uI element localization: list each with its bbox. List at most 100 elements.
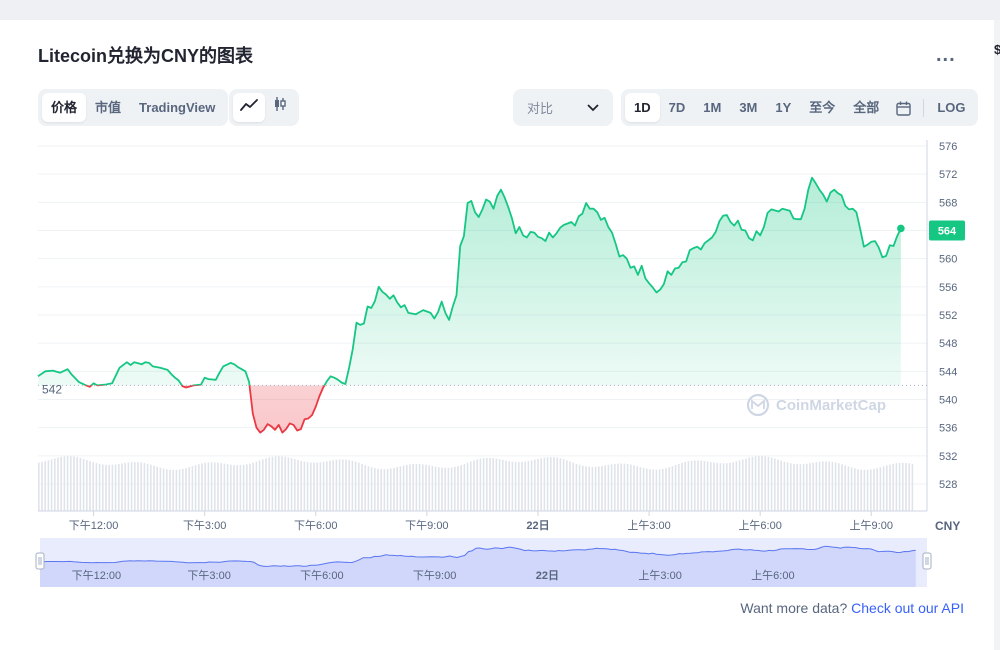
volume-bar xyxy=(137,462,139,511)
volume-bar xyxy=(854,468,856,511)
volume-bar xyxy=(262,459,264,511)
reference-price-label: 542 xyxy=(42,382,62,396)
volume-bar xyxy=(777,459,779,511)
volume-bar xyxy=(572,462,574,511)
volume-bar xyxy=(844,465,846,511)
volume-bar xyxy=(585,466,587,511)
volume-bar xyxy=(681,462,683,511)
volume-bar xyxy=(806,463,808,511)
volume-bar xyxy=(178,469,181,511)
volume-bar xyxy=(534,459,536,511)
last-price-point xyxy=(897,224,905,233)
volume-bar xyxy=(306,462,309,511)
volume-bar xyxy=(418,463,421,511)
volume-bar xyxy=(114,464,117,511)
volume-bar xyxy=(678,463,680,511)
volume-bar xyxy=(322,461,325,511)
volume-bar xyxy=(358,462,360,511)
volume-bar xyxy=(774,458,776,511)
volume-bar xyxy=(889,464,891,511)
volume-bar xyxy=(370,467,373,511)
volume-bar xyxy=(770,457,773,511)
api-link[interactable]: Check out our API xyxy=(851,600,964,616)
volume-bar xyxy=(284,456,286,511)
volume-bar xyxy=(834,462,837,511)
volume-bar xyxy=(710,462,712,511)
volume-bar xyxy=(182,468,184,511)
volume-bar xyxy=(313,462,315,511)
volume-bar xyxy=(297,459,299,511)
currency-label: CNY xyxy=(935,519,960,533)
volume-bar xyxy=(690,460,693,511)
volume-bar xyxy=(514,461,517,511)
volume-bar xyxy=(633,465,635,511)
y-tick-label: 528 xyxy=(939,479,957,491)
navigator-label: 下午6:00 xyxy=(300,569,343,582)
y-tick-label: 548 xyxy=(939,338,957,350)
volume-bar xyxy=(255,461,258,511)
volume-bar xyxy=(610,464,613,511)
volume-bar xyxy=(76,457,78,511)
volume-bar xyxy=(473,460,475,511)
volume-bar xyxy=(809,463,811,511)
volume-bar xyxy=(754,456,757,511)
volume-bar xyxy=(594,466,597,511)
volume-bar xyxy=(217,462,219,511)
volume-bar xyxy=(111,464,114,511)
volume-bar xyxy=(41,461,43,511)
volume-bar xyxy=(521,461,523,511)
volume-bar xyxy=(130,462,133,511)
navigator-label: 下午12:00 xyxy=(72,569,122,582)
volume-bar xyxy=(194,465,197,511)
volume-bar xyxy=(230,464,232,511)
range-navigator[interactable]: 下午12:00 下午3:00 下午6:00 下午9:00 22日 上午3:00 上午6:00 xyxy=(35,538,932,587)
navigator-label: 上午6:00 xyxy=(751,569,794,582)
volume-bar xyxy=(354,461,357,511)
volume-bar xyxy=(150,464,152,511)
volume-bar xyxy=(716,463,718,511)
volume-bar xyxy=(105,464,107,511)
volume-bar xyxy=(873,468,875,511)
volume-bar xyxy=(604,465,606,511)
volume-bar xyxy=(348,460,350,511)
x-tick-label: 下午9:00 xyxy=(405,519,448,532)
volume-bar xyxy=(303,461,306,511)
volume-bar xyxy=(70,456,72,511)
volume-bar xyxy=(294,459,296,511)
volume-bar xyxy=(146,463,149,511)
volume-bar xyxy=(646,468,648,511)
volume-bar xyxy=(121,463,123,511)
navigator-handle-left[interactable] xyxy=(35,552,45,570)
volume-bar xyxy=(703,461,706,511)
volume-bar xyxy=(630,464,632,511)
volume-bar xyxy=(908,463,910,511)
volume-bar xyxy=(722,463,725,511)
volume-bar xyxy=(553,457,555,511)
y-tick-label: 560 xyxy=(939,254,957,266)
volume-bar xyxy=(329,460,331,511)
volume-bar xyxy=(226,464,229,511)
volume-bar xyxy=(300,460,302,511)
price-chart: 542 CoinMarketCap 5765725685645605565525… xyxy=(35,140,965,587)
volume-bar xyxy=(598,466,600,511)
volume-bar xyxy=(802,464,805,511)
volume-bar xyxy=(518,462,520,511)
volume-bar xyxy=(278,456,280,511)
volume-bar xyxy=(527,461,530,511)
volume-bar xyxy=(73,456,75,511)
navigator-handle-right[interactable] xyxy=(922,552,932,570)
volume-bar xyxy=(911,463,914,511)
y-tick-label: 540 xyxy=(939,395,957,407)
volume-bar xyxy=(847,466,850,511)
area-above xyxy=(38,177,901,386)
volume-bar xyxy=(374,468,376,511)
volume-bar xyxy=(287,457,290,511)
volume-bar xyxy=(201,463,203,511)
volume-bar xyxy=(662,468,664,511)
volume-bar xyxy=(569,461,571,511)
volume-bar xyxy=(463,463,466,511)
volume-bar xyxy=(543,457,546,511)
volume-bar xyxy=(537,458,539,511)
volume-bar xyxy=(399,466,402,511)
volume-bar xyxy=(655,469,658,511)
